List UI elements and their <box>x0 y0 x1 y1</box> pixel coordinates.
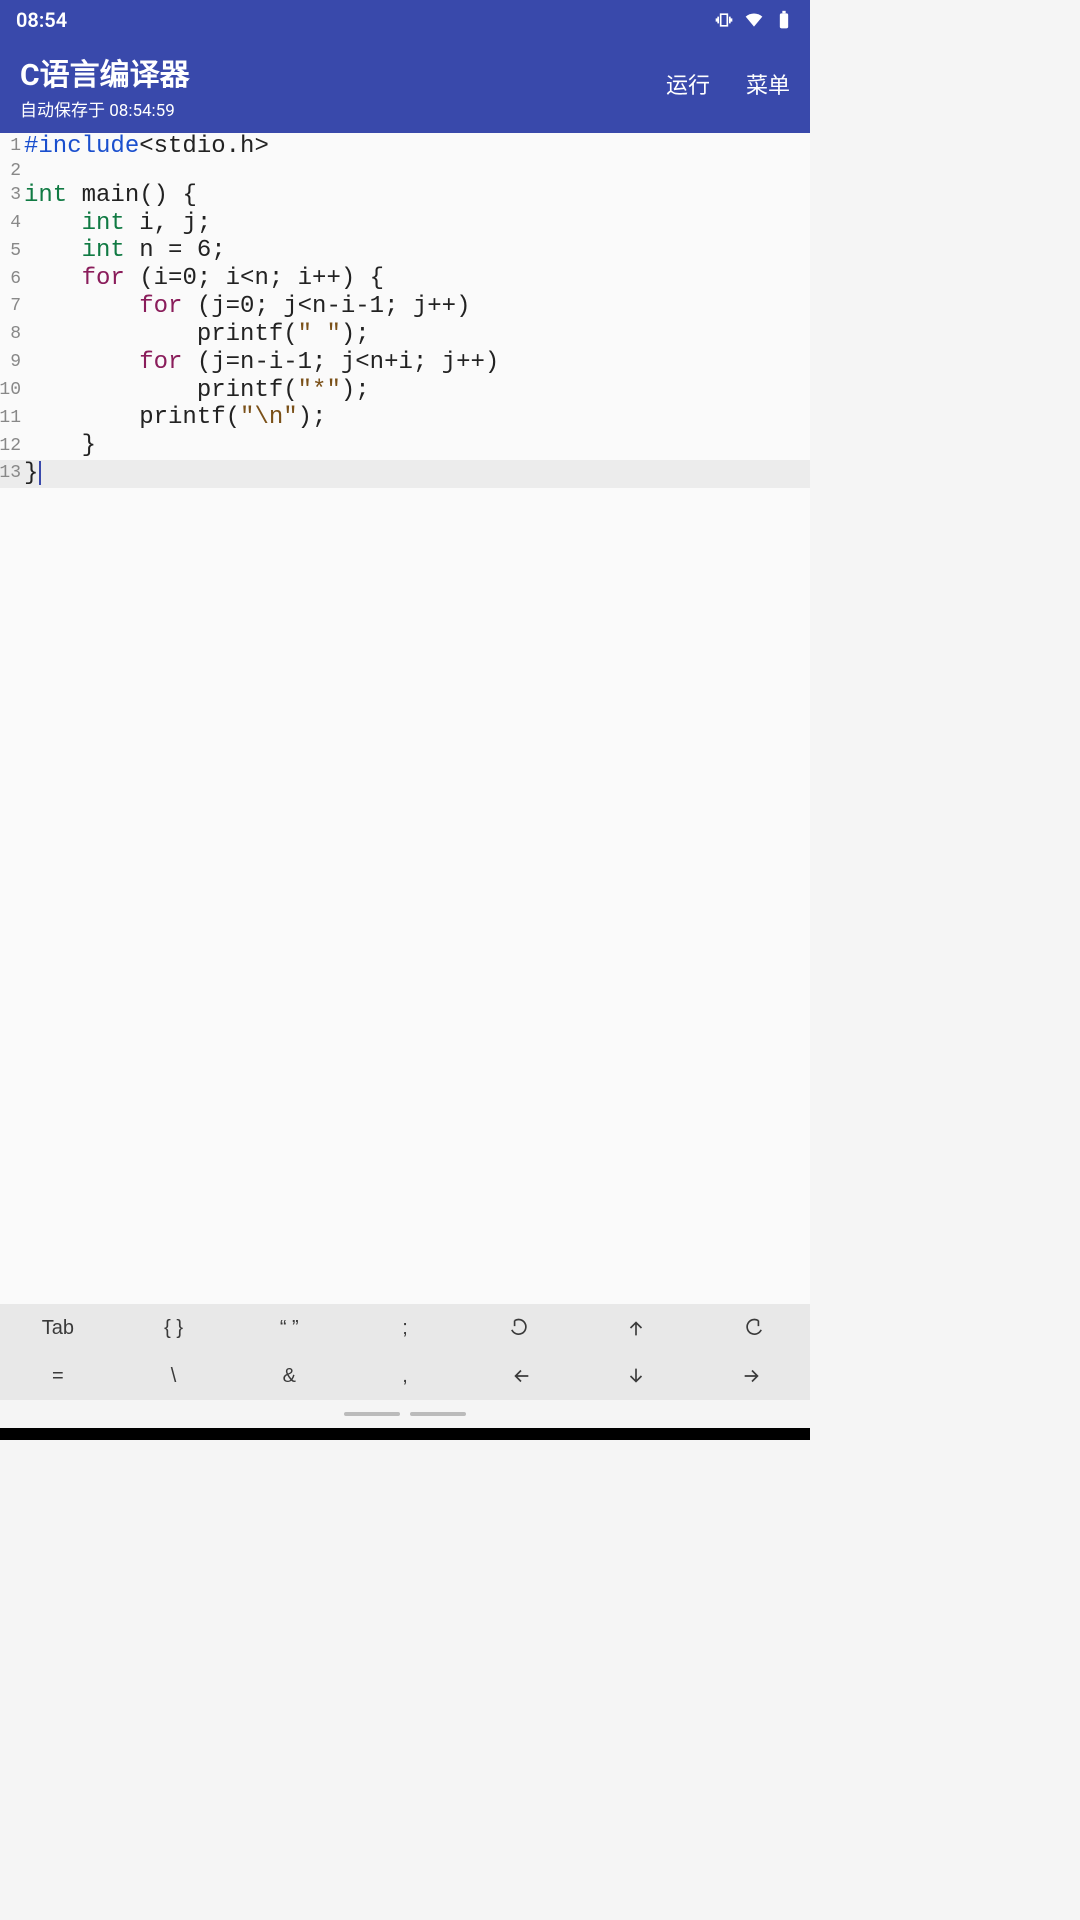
code-content[interactable]: } <box>24 432 810 460</box>
code-line[interactable]: 13} <box>0 460 810 488</box>
toolbar-semicolon-button[interactable]: ; <box>347 1304 463 1352</box>
toolbar-tab-button[interactable]: Tab <box>0 1304 116 1352</box>
code-line[interactable]: 6 for (i=0; i<n; i++) { <box>0 265 810 293</box>
line-number: 3 <box>0 182 24 210</box>
code-content[interactable]: int n = 6; <box>24 237 810 265</box>
nav-pill[interactable] <box>410 1412 466 1416</box>
arrow-left-icon <box>510 1365 532 1387</box>
code-content[interactable]: printf(" "); <box>24 321 810 349</box>
app-bar: C语言编译器 自动保存于 08:54:59 运行 菜单 <box>0 40 810 133</box>
code-editor[interactable]: 1#include<stdio.h>23int main() {4 int i,… <box>0 133 810 1304</box>
line-number: 8 <box>0 321 24 349</box>
arrow-up-icon <box>625 1317 647 1339</box>
code-line[interactable]: 3int main() { <box>0 182 810 210</box>
line-number: 2 <box>0 161 24 182</box>
autosave-status: 自动保存于 08:54:59 <box>20 96 190 121</box>
run-button[interactable]: 运行 <box>666 68 710 100</box>
toolbar: Tab{ }“ ”; =\&, <box>0 1304 810 1400</box>
status-bar: 08:54 <box>0 0 810 40</box>
wifi-icon <box>744 10 764 30</box>
code-content[interactable]: #include<stdio.h> <box>24 133 810 161</box>
vibrate-icon <box>714 10 734 30</box>
arrow-down-icon <box>625 1365 647 1387</box>
line-number: 13 <box>0 460 24 488</box>
code-line[interactable]: 8 printf(" "); <box>0 321 810 349</box>
toolbar-ampersand-button[interactable]: & <box>231 1352 347 1400</box>
line-number: 7 <box>0 293 24 321</box>
nav-bar <box>0 1400 810 1428</box>
toolbar-backslash-button[interactable]: \ <box>116 1352 232 1400</box>
code-line[interactable]: 9 for (j=n-i-1; j<n+i; j++) <box>0 349 810 377</box>
bottom-bar <box>0 1428 810 1440</box>
line-number: 10 <box>0 377 24 405</box>
code-line[interactable]: 7 for (j=0; j<n-i-1; j++) <box>0 293 810 321</box>
toolbar-redo-button[interactable] <box>694 1304 810 1352</box>
code-content[interactable] <box>24 161 810 182</box>
code-line[interactable]: 1#include<stdio.h> <box>0 133 810 161</box>
code-content[interactable]: int i, j; <box>24 210 810 238</box>
code-content[interactable]: for (j=0; j<n-i-1; j++) <box>24 293 810 321</box>
status-time: 08:54 <box>16 8 67 32</box>
toolbar-comma-button[interactable]: , <box>347 1352 463 1400</box>
text-cursor <box>39 461 41 485</box>
toolbar-up-button[interactable] <box>579 1304 695 1352</box>
line-number: 4 <box>0 210 24 238</box>
redo-icon <box>741 1317 763 1339</box>
toolbar-equals-button[interactable]: = <box>0 1352 116 1400</box>
code-line[interactable]: 12 } <box>0 432 810 460</box>
toolbar-braces-button[interactable]: { } <box>116 1304 232 1352</box>
status-icons <box>714 10 794 30</box>
menu-button[interactable]: 菜单 <box>746 68 790 100</box>
line-number: 5 <box>0 237 24 265</box>
toolbar-undo-button[interactable] <box>463 1304 579 1352</box>
line-number: 1 <box>0 133 24 161</box>
battery-icon <box>774 10 794 30</box>
undo-icon <box>510 1317 532 1339</box>
code-content[interactable]: } <box>24 460 810 488</box>
arrow-right-icon <box>741 1365 763 1387</box>
nav-pill[interactable] <box>344 1412 400 1416</box>
toolbar-down-button[interactable] <box>579 1352 695 1400</box>
toolbar-quotes-button[interactable]: “ ” <box>231 1304 347 1352</box>
code-content[interactable]: for (i=0; i<n; i++) { <box>24 265 810 293</box>
code-content[interactable]: int main() { <box>24 182 810 210</box>
code-line[interactable]: 4 int i, j; <box>0 210 810 238</box>
code-content[interactable]: printf("\n"); <box>24 404 810 432</box>
code-content[interactable]: for (j=n-i-1; j<n+i; j++) <box>24 349 810 377</box>
code-line[interactable]: 2 <box>0 161 810 182</box>
line-number: 12 <box>0 432 24 460</box>
line-number: 6 <box>0 265 24 293</box>
code-line[interactable]: 10 printf("*"); <box>0 377 810 405</box>
toolbar-right-button[interactable] <box>694 1352 810 1400</box>
code-line[interactable]: 11 printf("\n"); <box>0 404 810 432</box>
line-number: 11 <box>0 404 24 432</box>
toolbar-left-button[interactable] <box>463 1352 579 1400</box>
code-line[interactable]: 5 int n = 6; <box>0 237 810 265</box>
app-title: C语言编译器 <box>20 50 190 94</box>
line-number: 9 <box>0 349 24 377</box>
code-content[interactable]: printf("*"); <box>24 377 810 405</box>
